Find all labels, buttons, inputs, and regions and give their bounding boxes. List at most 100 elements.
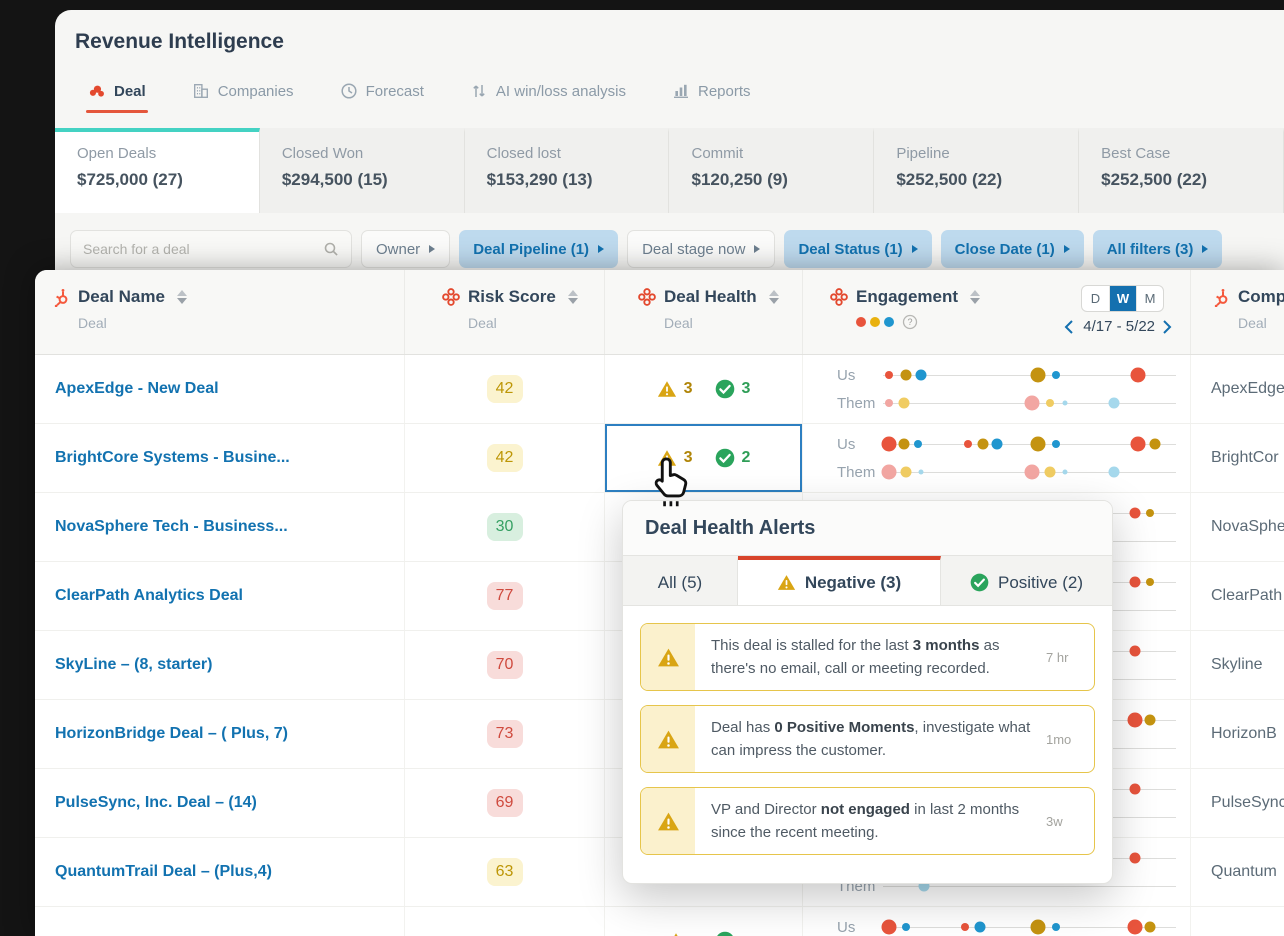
nav-tab-deal[interactable]: Deal: [86, 82, 148, 113]
deal-name-link[interactable]: ClearPath Analytics Deal: [35, 562, 404, 630]
popup-tabs: All (5) Negative (3) Positive (2): [623, 556, 1112, 606]
chevron-right-icon[interactable]: [1162, 319, 1174, 334]
nav-tab-companies[interactable]: Companies: [192, 82, 294, 100]
alert-list: This deal is stalled for the last 3 mont…: [623, 606, 1112, 855]
engagement-dot: [1129, 852, 1141, 864]
deal-name-link[interactable]: ApexEdge - New Deal: [35, 355, 404, 423]
nav-tab-forecast[interactable]: Forecast: [340, 82, 424, 100]
engagement-dot: [1149, 438, 1161, 450]
alert-stripe: [641, 624, 695, 690]
engagement-dot: [1145, 578, 1154, 586]
card-value: $120,250 (9): [691, 170, 788, 189]
card-value: $725,000 (27): [77, 170, 183, 189]
date-navigation: 4/17 - 5/22: [1064, 318, 1174, 335]
engagement-dot: [1129, 507, 1141, 519]
engagement-dot: [974, 921, 986, 933]
company-name: Skyline: [1190, 631, 1284, 699]
deal-name-link[interactable]: PulseSync, Inc. Deal – (14): [35, 769, 404, 837]
deal-name-link[interactable]: NovaSphere Tech - Business...: [35, 493, 404, 561]
company-name: BrightCor: [1190, 424, 1284, 492]
deal-name-link[interactable]: SkyLine – (8, starter): [35, 631, 404, 699]
risk-score-badge: 42: [486, 444, 523, 472]
period-m[interactable]: M: [1136, 286, 1163, 311]
filter-chip-all-filters-3-[interactable]: All filters (3): [1092, 230, 1223, 268]
engagement-dot: [1024, 464, 1040, 480]
column-header-risk-score[interactable]: Risk Score Deal: [404, 270, 604, 354]
summary-card-best-case[interactable]: Best Case $252,500 (22): [1079, 128, 1284, 213]
filter-chip-deal-stage-now[interactable]: Deal stage now: [627, 230, 776, 268]
alert-text: This deal is stalled for the last 3 mont…: [711, 637, 1000, 677]
legend-dot: [856, 317, 866, 327]
warning-icon: [657, 379, 677, 399]
deal-name-link[interactable]: [35, 907, 404, 936]
engagement-dot: [1108, 466, 1120, 478]
engagement-dot: [884, 399, 893, 407]
column-header-deal-name[interactable]: Deal Name Deal: [35, 270, 404, 354]
column-header-deal-health[interactable]: Deal Health Deal: [604, 270, 802, 354]
deal-health-cell[interactable]: 33: [604, 355, 802, 423]
engagement-dot: [1108, 397, 1120, 409]
sort-icon: [567, 290, 578, 304]
deal-name-link[interactable]: HorizonBridge Deal – ( Plus, 7): [35, 700, 404, 768]
engagement-dot: [1024, 395, 1040, 411]
chevron-left-icon[interactable]: [1064, 319, 1076, 334]
risk-score-badge: 70: [486, 651, 523, 679]
deal-health-cell[interactable]: 32: [604, 424, 802, 492]
period-w[interactable]: W: [1109, 286, 1136, 311]
popup-tab-all-5-[interactable]: All (5): [623, 556, 738, 605]
engagement-cell: Us Them: [802, 355, 1190, 423]
filter-chip-deal-status-1-[interactable]: Deal Status (1): [784, 230, 932, 268]
alert-item[interactable]: VP and Director not engaged in last 2 mo…: [640, 787, 1095, 855]
engagement-dot: [963, 440, 972, 448]
alert-item[interactable]: Deal has 0 Positive Moments, investigate…: [640, 705, 1095, 773]
sort-icon: [768, 290, 779, 304]
alert-stripe: [641, 706, 695, 772]
filter-bar: Search for a deal Owner Deal Pipeline (1)…: [70, 230, 1274, 268]
summary-card-open-deals[interactable]: Open Deals $725,000 (27): [55, 128, 260, 213]
summary-card-pipeline[interactable]: Pipeline $252,500 (22): [874, 128, 1080, 213]
company-name: Quantum: [1190, 838, 1284, 906]
deal-name-link[interactable]: BrightCore Systems - Busine...: [35, 424, 404, 492]
period-toggle: DWM: [1081, 285, 1164, 312]
popup-tab-positive-2-[interactable]: Positive (2): [941, 556, 1112, 605]
check-icon: [970, 573, 989, 592]
card-value: $252,500 (22): [1101, 170, 1208, 189]
filter-chip-close-date-1-[interactable]: Close Date (1): [940, 230, 1084, 268]
alert-text: Deal has 0 Positive Moments, investigate…: [711, 719, 1031, 759]
popup-tab-negative-3-[interactable]: Negative (3): [738, 556, 941, 605]
engagement-dot: [1030, 436, 1046, 452]
card-value: $252,500 (22): [896, 170, 1003, 189]
check-icon: [715, 379, 735, 399]
hubspot-icon: [1211, 287, 1231, 307]
summary-card-closed-lost[interactable]: Closed lost $153,290 (13): [464, 128, 670, 213]
alert-item[interactable]: This deal is stalled for the last 3 mont…: [640, 623, 1095, 691]
risk-score-badge: 30: [486, 513, 523, 541]
engagement-dot: [881, 436, 897, 452]
filter-chip-owner[interactable]: Owner: [361, 230, 451, 268]
nav-tab-reports[interactable]: Reports: [672, 82, 751, 100]
alert-stripe: [641, 788, 695, 854]
summary-card-closed-won[interactable]: Closed Won $294,500 (15): [259, 128, 465, 213]
summary-card-commit[interactable]: Commit $120,250 (9): [669, 128, 875, 213]
search-placeholder: Search for a deal: [83, 241, 190, 257]
period-d[interactable]: D: [1082, 286, 1109, 311]
engagement-side-label: Us: [837, 366, 856, 384]
column-header-engagement[interactable]: Engagement ? DWM 4/17 - 5/22: [802, 270, 1190, 354]
sort-icon: [970, 290, 981, 304]
filter-chip-deal-pipeline-1-[interactable]: Deal Pipeline (1): [459, 230, 619, 268]
table-row[interactable]: BrightCore Systems - Busine... 42 3 2 Us Them…: [35, 424, 1284, 493]
deal-name-link[interactable]: QuantumTrail Deal – (Plus,4): [35, 838, 404, 906]
negative-count: 3: [683, 449, 693, 466]
chevron-right-icon: [429, 245, 436, 253]
column-header-company[interactable]: Comp Deal: [1190, 270, 1284, 354]
table-row[interactable]: UsThem: [35, 907, 1284, 936]
help-icon[interactable]: ?: [902, 314, 918, 330]
table-row[interactable]: ApexEdge - New Deal 42 3 3 Us Them ApexEdge: [35, 355, 1284, 424]
nav-tab-ai-win-loss-analysis[interactable]: AI win/loss analysis: [470, 82, 626, 100]
engagement-dot: [1030, 367, 1046, 383]
search-input[interactable]: Search for a deal: [70, 230, 352, 268]
engagement-dot: [1127, 712, 1143, 728]
deal-health-cell[interactable]: [604, 907, 802, 936]
warning-icon: [657, 729, 680, 750]
engagement-dot: [900, 369, 912, 381]
